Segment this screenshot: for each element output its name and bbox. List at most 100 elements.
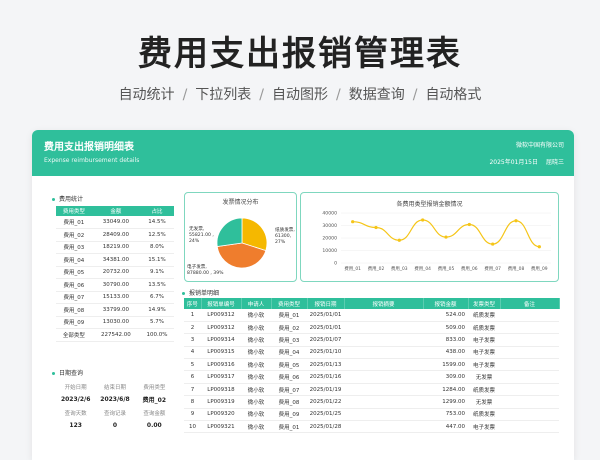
line-chart-xtick: 费用_03 [391,265,408,272]
stats-column-header: 费用类型 [56,206,92,216]
header-date: 2025年01月15日 [489,159,538,166]
detail-cell: 电子发票 [468,358,500,372]
detail-cell: 电子发票 [468,333,500,347]
detail-cell: 电子发票 [468,346,500,360]
stats-cell: 14.9% [139,303,174,317]
detail-cell: 1599.00 [423,358,468,372]
stats-cell: 227542.00 [91,328,140,342]
stats-cell: 18219.00 [91,241,140,254]
detail-cell [344,408,423,422]
stats-cell: 费用_05 [56,266,92,279]
line-chart-ytick: 0 [334,261,337,267]
stats-cell: 费用_02 [56,228,92,242]
detail-cell: 1299.00 [423,395,468,409]
line-chart-point [421,218,425,222]
pie-chart-svg: 纸质发票, 61300, 27% 电子发票, 87880.00 , 39% 无发票, 558… [187,217,295,276]
detail-row: 10 LP009321 微小软 费用_01 2025/01/28 447.00 电子发票 [184,420,559,434]
detail-cell [500,309,559,322]
stats-cell: 33799.00 [91,303,140,317]
line-chart-point [374,225,378,230]
date-query-val: 0 [112,422,118,429]
detail-cell: 费用_05 [271,358,307,372]
stats-cell: 15.1% [139,253,174,267]
line-chart-series [352,219,540,248]
detail-cell: 微小软 [241,309,271,322]
detail-cell: 费用_01 [271,309,307,322]
detail-column-header: 费用类型 [271,298,308,309]
stats-cell: 13030.00 [91,316,140,329]
line-chart-svg: 40000 30000 20000 10000 0 费用_01 费用_02 费用_03 费用_0… [322,211,551,272]
stats-cell: 28409.00 [91,228,140,242]
detail-cell: 纸质发票 [468,383,500,397]
detail-row: 3 LP009314 微小软 费用_03 2025/01/07 833.00 电子发票 [184,333,559,347]
detail-cell: 微小软 [241,395,271,409]
detail-cell [344,321,423,335]
detail-cell: 费用_06 [271,370,307,384]
stats-cell: 34381.00 [91,253,140,267]
detail-cell [500,370,559,384]
detail-cell: 微小软 [241,321,271,335]
detail-cell [500,346,559,360]
detail-cell [344,346,423,360]
detail-cell: 微小软 [241,408,271,422]
detail-cell [344,309,423,322]
feature-item: 数据查询 [348,87,405,103]
detail-cell: 2025/01/07 [307,333,344,347]
feature-item: 自动格式 [425,87,482,103]
stats-cell: 费用_08 [56,303,92,317]
date-query-title: 日期查询 [52,368,83,377]
detail-cell: 2025/01/10 [307,346,344,360]
stats-row: 费用_06 30790.00 13.5% [56,278,174,292]
line-chart-point [351,220,355,224]
sheet-header: 费用支出报销明细表 Expense reimbursement details … [32,130,574,176]
detail-row: 6 LP009317 微小软 费用_06 2025/01/16 309.00 无发票 [184,370,559,384]
detail-cell: 1284.00 [423,383,468,397]
detail-cell: 费用_04 [271,346,307,360]
detail-row: 9 LP009320 微小软 费用_09 2025/01/25 753.00 纸质发票 [184,408,559,422]
stats-cell: 5.7% [139,316,174,329]
detail-cell: 3 [184,333,201,347]
detail-cell: LP009317 [201,370,241,384]
detail-cell: 费用_07 [271,383,307,397]
stats-column-header: 金额 [91,206,140,216]
date-query-lbl: 结束日期 [103,384,126,391]
pie-slice-label: 电子发票, 87880.00 , 39% [187,263,224,276]
line-chart-ytick: 30000 [322,223,337,229]
detail-cell [344,333,423,347]
detail-cell [500,358,559,372]
date-query-lbl: 查询记录 [103,410,126,417]
stats-cell: 9.1% [139,266,174,279]
detail-column-header: 备注 [500,298,560,309]
detail-cell [344,420,423,434]
detail-row: 4 LP009315 微小软 费用_04 2025/01/10 438.00 电子发票 [184,346,559,360]
line-chart: 各费用类型报销金额情况 40000 30000 20000 10000 0 费用_01 费用… [300,192,559,282]
feature-separator: / [259,87,264,103]
detail-cell: 电子发票 [468,420,500,434]
detail-cell [500,333,559,347]
detail-cell: 753.00 [423,408,468,422]
detail-row: 7 LP009318 微小软 费用_07 2025/01/19 1284.00 纸质发票 [184,383,559,397]
detail-cell: 2025/01/22 [307,395,344,409]
page-title: 费用支出报销管理表 [138,34,462,74]
date-query-lbl: 费用类型 [143,384,166,391]
detail-cell: 447.00 [423,420,468,434]
detail-cell: 费用_02 [271,321,307,335]
detail-cell: LP009320 [201,408,241,422]
detail-cell: 费用_09 [271,408,307,422]
detail-column-header: 序号 [184,298,202,309]
line-chart-ytick: 40000 [322,211,337,217]
detail-column-header: 报销单编号 [201,298,242,309]
pie-slice [216,217,243,247]
date-query-lbl: 查询金额 [143,410,166,417]
stats-row: 费用_01 33049.00 14.5% [56,216,174,229]
detail-cell [344,383,423,397]
line-chart-ytick: 20000 [322,236,337,242]
detail-row: 8 LP009319 微小软 费用_08 2025/01/22 1299.00 无发票 [184,395,559,409]
feature-item: 下拉列表 [195,87,252,103]
detail-cell: 2025/01/28 [307,420,344,434]
stats-title: 费用统计 [52,194,83,203]
line-chart-point [514,219,518,223]
detail-cell: 纸质发票 [468,321,500,335]
detail-row: 2 LP009312 微小软 费用_02 2025/01/01 509.00 纸质发票 [184,321,559,335]
detail-cell [344,370,423,384]
